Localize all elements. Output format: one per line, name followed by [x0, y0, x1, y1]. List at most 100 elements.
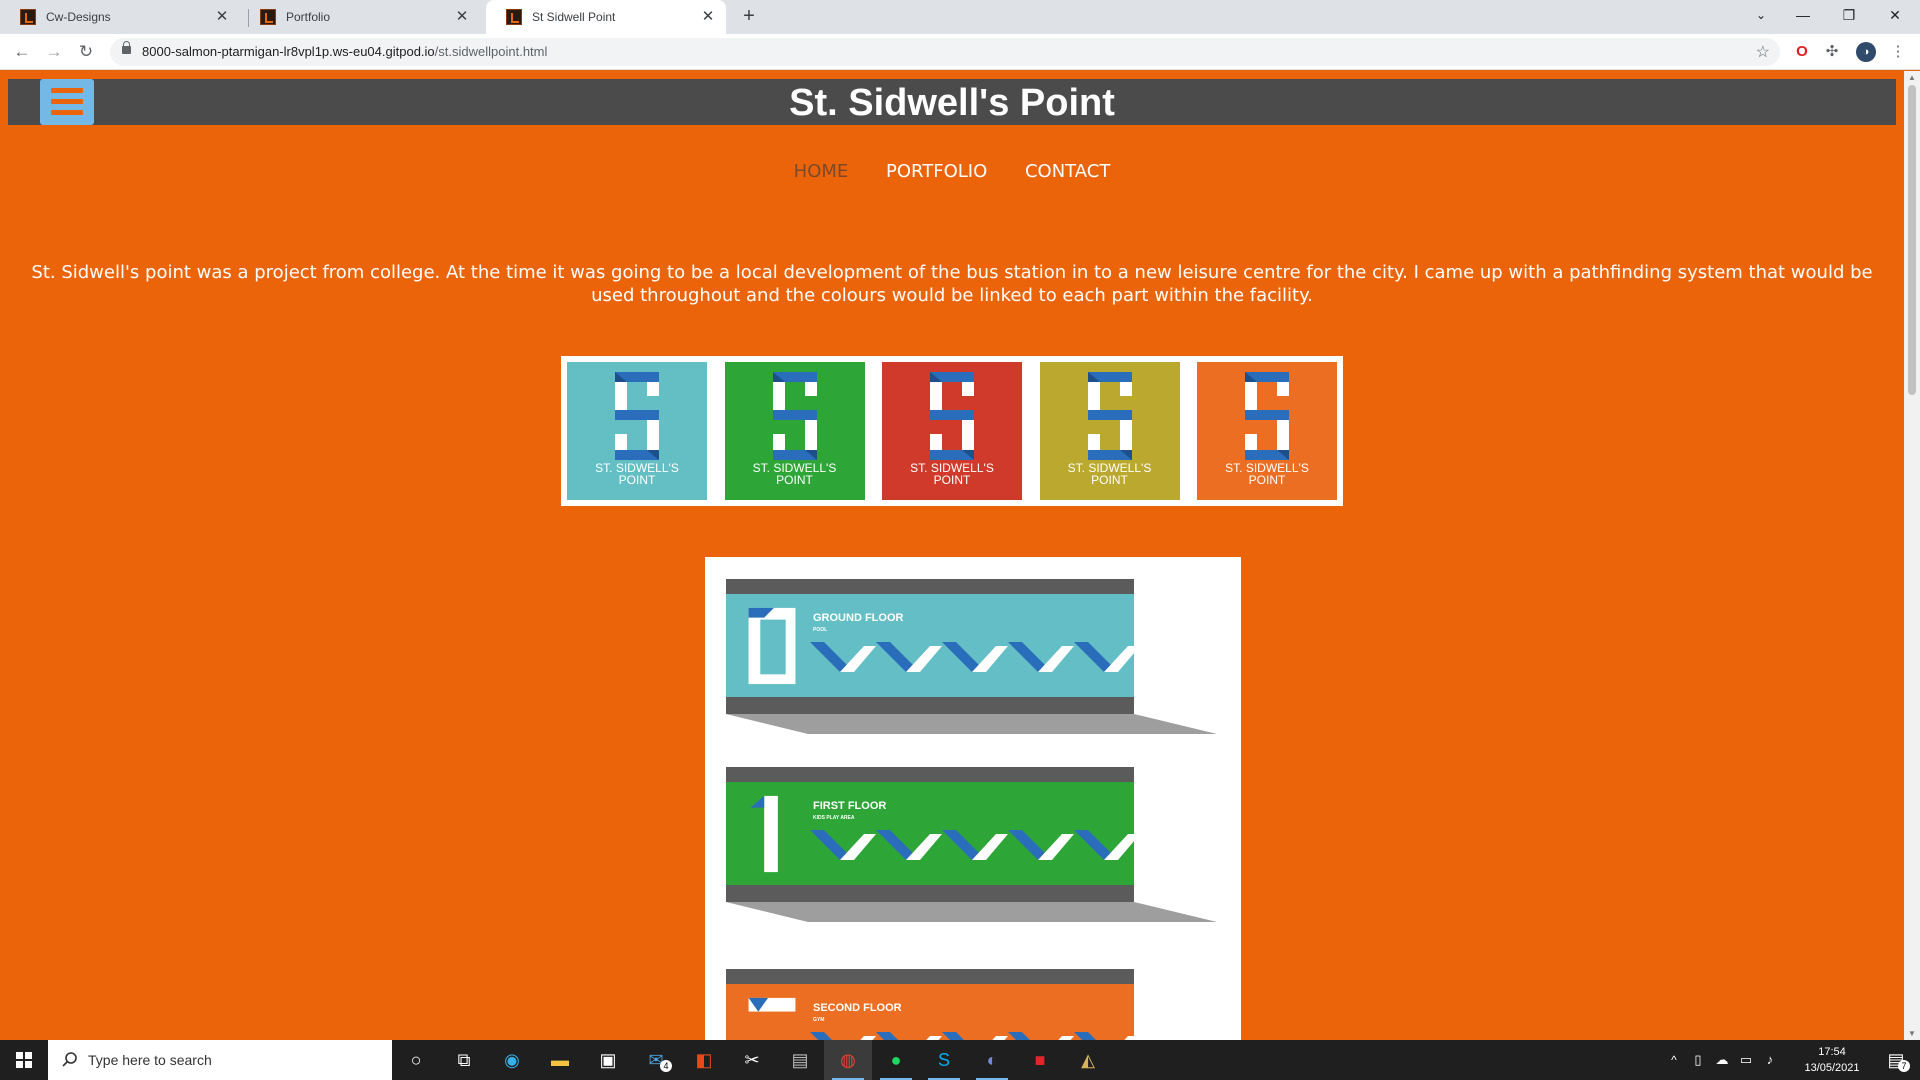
floor-number-graphic	[748, 997, 796, 1012]
back-arrow-icon[interactable]: ←	[10, 40, 34, 64]
adobe-app-icon[interactable]: ■	[1016, 1040, 1064, 1080]
windows-start-button[interactable]	[0, 1040, 48, 1080]
close-icon[interactable]: ✕	[700, 9, 716, 25]
logo-caption: ST. SIDWELL'S POINT	[882, 462, 1022, 486]
device-icon[interactable]: ▯	[1686, 1040, 1710, 1080]
menu-kebab-icon[interactable]: ⋮	[1888, 42, 1908, 62]
tab-search-icon[interactable]: ⌄	[1738, 0, 1784, 30]
logo-caption: ST. SIDWELL'S POINT	[567, 462, 707, 486]
discord-icon[interactable]: ◐	[968, 1040, 1016, 1080]
restore-button[interactable]: ❐	[1826, 0, 1872, 30]
task-view-icon[interactable]: ⧉	[440, 1040, 488, 1080]
scroll-down-arrow-icon[interactable]: ▼	[1907, 1029, 1917, 1038]
logo-tile: ST. SIDWELL'S POINT	[567, 362, 707, 500]
tab-title: St Sidwell Point	[532, 10, 616, 24]
minimize-button[interactable]: —	[1780, 0, 1826, 30]
address-bar[interactable]: 8000-salmon-ptarmigan-lr8vpl1p.ws-eu04.g…	[110, 38, 1780, 66]
sign-floor-shadow	[726, 714, 1217, 734]
logo-caption-line: POINT	[1091, 473, 1128, 487]
notification-center-icon[interactable]: ▤ 7	[1872, 1040, 1920, 1080]
page-viewport: St. Sidwell's Point HOME PORTFOLIO CONTA…	[0, 71, 1904, 1040]
onedrive-icon[interactable]: ☁	[1710, 1040, 1734, 1080]
tab-title: Cw-Designs	[46, 10, 111, 24]
chrome-icon[interactable]: ◍	[824, 1040, 872, 1080]
logo-caption: ST. SIDWELL'S POINT	[1040, 462, 1180, 486]
tab-st-sidwell-point[interactable]: St Sidwell Point ✕	[486, 0, 726, 34]
search-placeholder: Type here to search	[88, 1052, 212, 1068]
hamburger-bar	[51, 99, 83, 104]
mail-badge: 4	[660, 1060, 672, 1072]
nav-link-contact[interactable]: CONTACT	[1025, 161, 1110, 182]
browser-toolbar: ← → ↻ 8000-salmon-ptarmigan-lr8vpl1p.ws-…	[0, 34, 1920, 70]
clock-date: 13/05/2021	[1804, 1062, 1860, 1074]
edge-browser-icon[interactable]: ◉	[488, 1040, 536, 1080]
sign-bottom-band	[726, 697, 1134, 714]
show-hidden-icons-chevron-icon[interactable]: ^	[1662, 1040, 1686, 1080]
microsoft-store-icon[interactable]: ▣	[584, 1040, 632, 1080]
new-tab-button[interactable]: +	[738, 6, 760, 28]
file-explorer-icon[interactable]: ▬	[536, 1040, 584, 1080]
bookmark-star-icon[interactable]: ☆	[1756, 42, 1770, 62]
sign-top-band	[726, 969, 1134, 984]
sidwell-s-logo-icon	[930, 372, 974, 460]
network-icon[interactable]: ▭	[1734, 1040, 1758, 1080]
sign-body: GROUND FLOOR POOL	[726, 594, 1140, 697]
site-header: St. Sidwell's Point	[8, 79, 1896, 125]
tab-cw-designs[interactable]: Cw-Designs ✕	[0, 0, 240, 34]
logo-tile: ST. SIDWELL'S POINT	[1039, 362, 1180, 500]
reload-icon[interactable]: ↻	[74, 40, 98, 64]
forward-arrow-icon[interactable]: →	[42, 40, 66, 64]
game-launcher-icon[interactable]: ◭	[1064, 1040, 1112, 1080]
page-scrollbar[interactable]: ▲ ▼	[1904, 71, 1920, 1040]
nav-link-home[interactable]: HOME	[794, 161, 849, 182]
close-icon[interactable]: ✕	[454, 9, 470, 25]
scroll-up-arrow-icon[interactable]: ▲	[1907, 73, 1917, 82]
scrollbar-thumb[interactable]	[1908, 85, 1916, 395]
logo-tile: ST. SIDWELL'S POINT	[724, 362, 865, 500]
hamburger-menu-button[interactable]	[40, 79, 94, 125]
mail-icon[interactable]: ✉ 4	[632, 1040, 680, 1080]
window-close-button[interactable]: ✕	[1872, 0, 1918, 30]
site-favicon-icon	[260, 9, 276, 25]
sign-top-band	[726, 579, 1134, 594]
sign-bottom-band	[726, 885, 1134, 902]
floor-number-graphic	[748, 607, 796, 685]
logo-caption-line: POINT	[618, 473, 656, 487]
opera-extension-icon[interactable]: O	[1792, 42, 1812, 62]
volume-icon[interactable]: ♪	[1758, 1040, 1782, 1080]
sign-body: SECOND FLOOR GYM	[726, 984, 1140, 1040]
office-icon[interactable]: ◧	[680, 1040, 728, 1080]
profile-avatar[interactable]: ◑	[1856, 42, 1876, 62]
logo-caption: ST. SIDWELL'S POINT	[1197, 462, 1337, 486]
url-text[interactable]: 8000-salmon-ptarmigan-lr8vpl1p.ws-eu04.g…	[142, 44, 547, 59]
url-host: 8000-salmon-ptarmigan-lr8vpl1p.ws-eu04.g…	[142, 44, 435, 59]
floor-sign: FIRST FLOOR KIDS PLAY AREA	[726, 767, 1217, 927]
nav-link-portfolio[interactable]: PORTFOLIO	[886, 161, 987, 182]
logo-caption-line: POINT	[933, 473, 971, 487]
site-favicon-icon	[506, 9, 522, 25]
wayfinding-arrow-pattern	[810, 830, 1140, 860]
sign-body: FIRST FLOOR KIDS PLAY AREA	[726, 782, 1140, 885]
floor-number-graphic	[750, 795, 778, 873]
capcut-icon[interactable]: ✂	[728, 1040, 776, 1080]
tab-portfolio[interactable]: Portfolio ✕	[240, 0, 480, 34]
spotify-icon[interactable]: ●	[872, 1040, 920, 1080]
app-icon[interactable]: ▤	[776, 1040, 824, 1080]
sidwell-s-logo-icon	[1245, 372, 1289, 460]
search-icon	[62, 1052, 77, 1067]
taskbar-search-box[interactable]: Type here to search	[48, 1040, 392, 1080]
skype-icon[interactable]: S	[920, 1040, 968, 1080]
site-favicon-icon	[20, 9, 36, 25]
floor-label: GROUND FLOOR	[813, 612, 904, 624]
floor-sublabel: KIDS PLAY AREA	[813, 815, 855, 821]
sign-top-band	[726, 767, 1134, 782]
logo-tile: ST. SIDWELL'S POINT	[1197, 362, 1337, 500]
windows-logo-icon	[16, 1052, 32, 1068]
extensions-puzzle-icon[interactable]: ✣	[1822, 42, 1842, 62]
close-icon[interactable]: ✕	[214, 9, 230, 25]
cortana-icon[interactable]: ○	[392, 1040, 440, 1080]
taskbar-clock[interactable]: 17:54 13/05/2021	[1790, 1044, 1874, 1076]
floor-label: SECOND FLOOR	[813, 1002, 902, 1014]
notification-badge: 7	[1898, 1060, 1910, 1072]
hamburger-bar	[51, 110, 83, 115]
